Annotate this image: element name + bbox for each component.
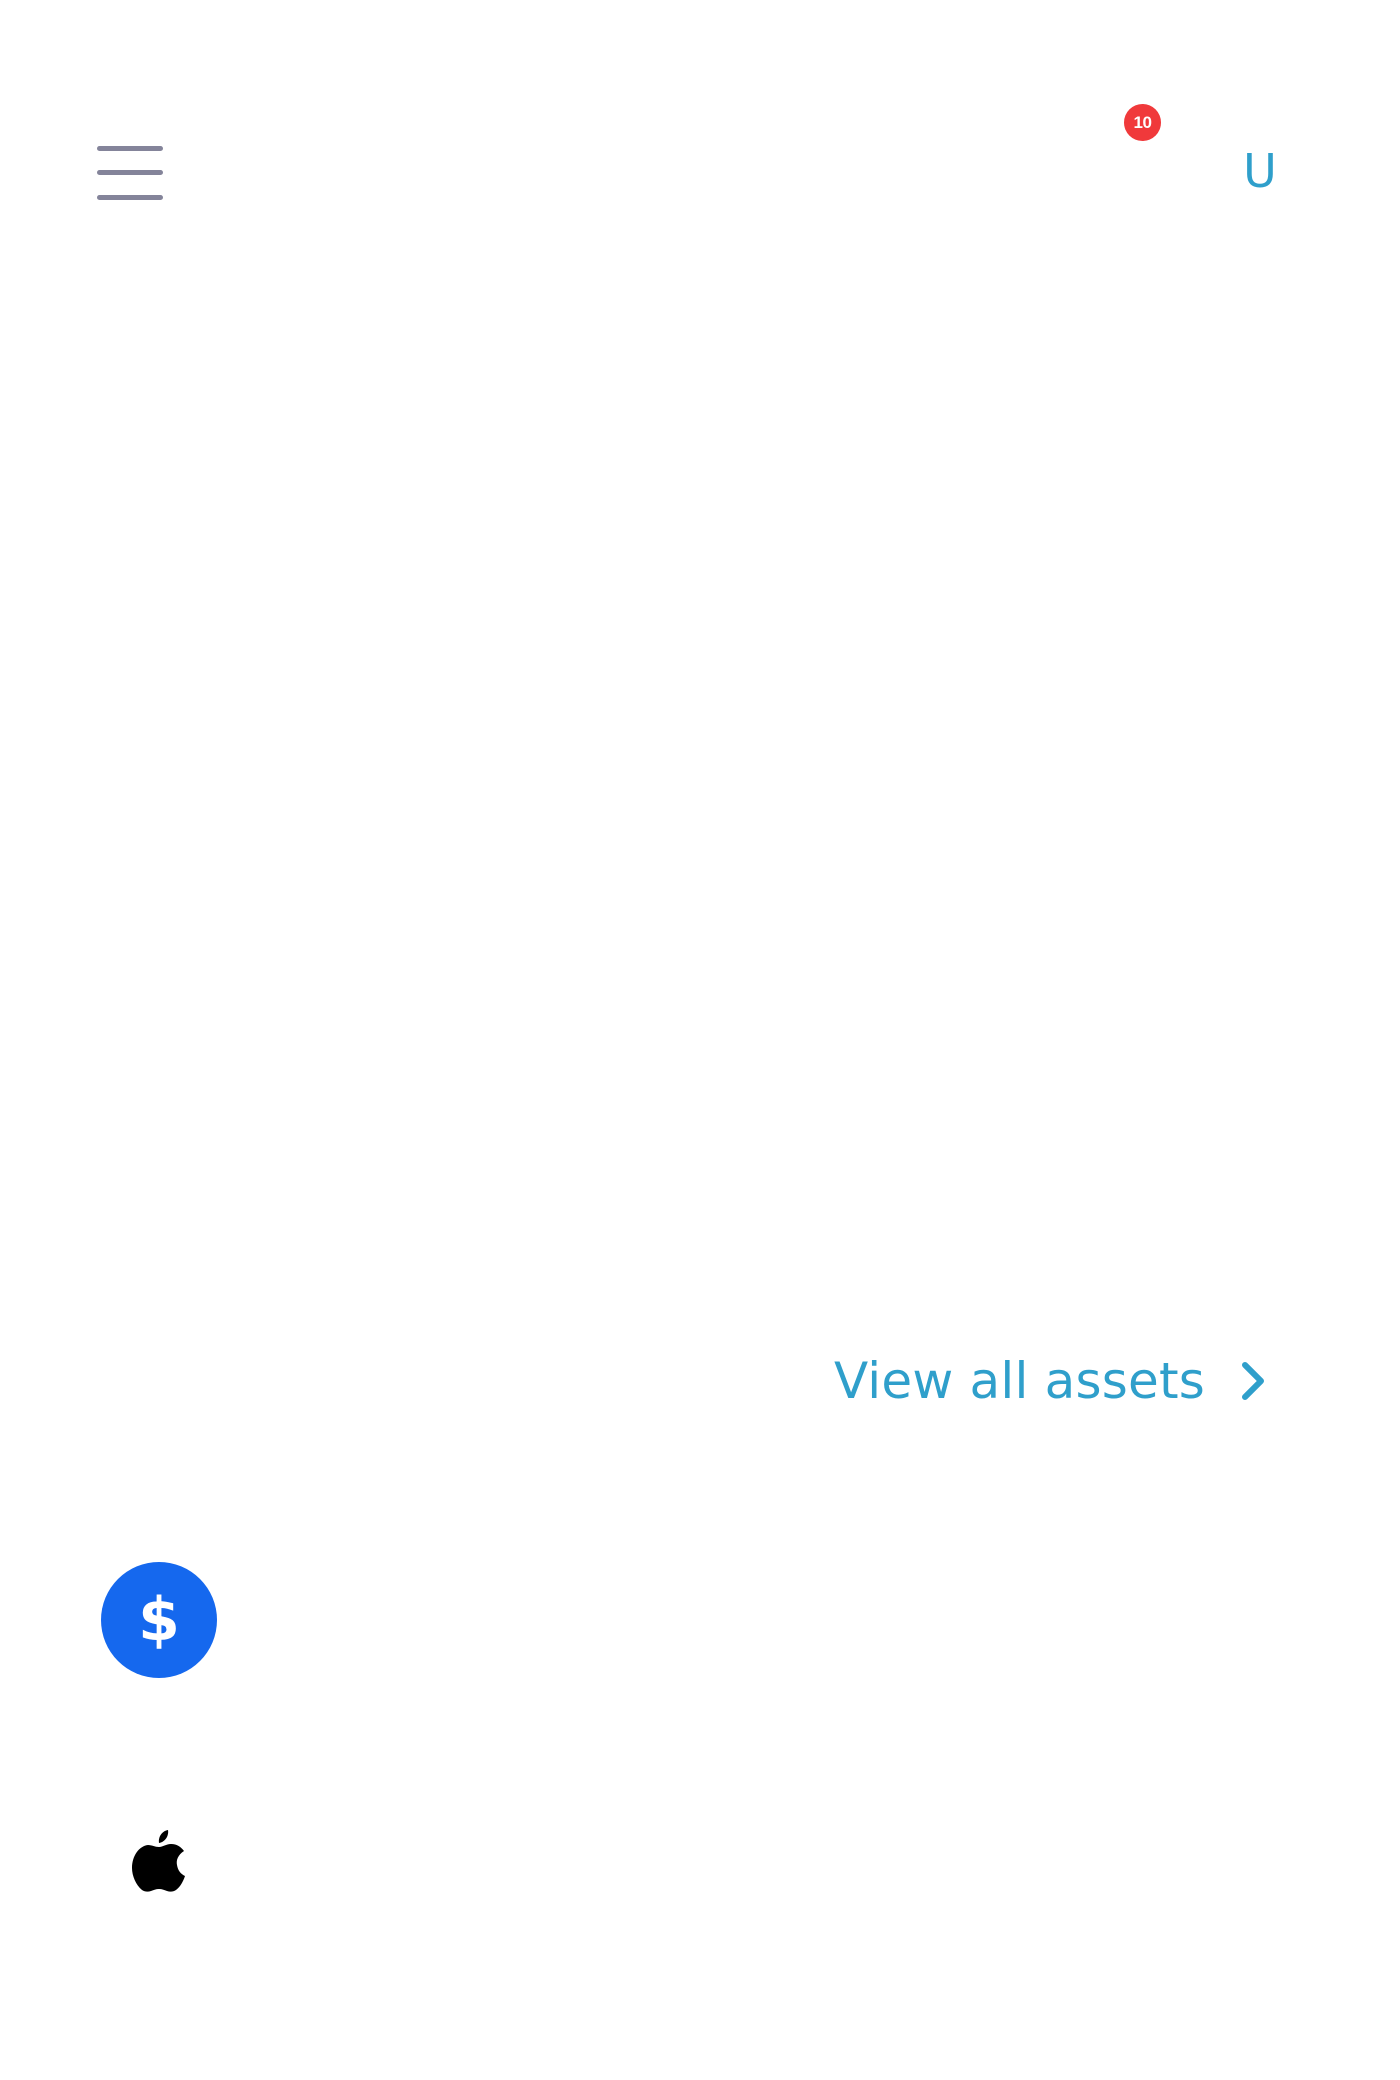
view-all-assets-link[interactable]: View all assets <box>834 1346 1267 1416</box>
notifications-button[interactable]: 10 <box>1084 102 1194 212</box>
menu-button[interactable] <box>97 146 163 200</box>
apple-logo-icon[interactable] <box>131 1828 187 1892</box>
chevron-right-icon <box>1242 1362 1265 1400</box>
notification-badge: 10 <box>1124 104 1161 141</box>
hamburger-menu-icon-bar <box>97 170 163 175</box>
avatar[interactable]: U <box>1225 136 1295 206</box>
view-all-assets-label: View all assets <box>834 1352 1206 1410</box>
hamburger-menu-icon-bar <box>97 195 163 200</box>
usd-asset-icon[interactable]: $ <box>101 1562 217 1678</box>
hamburger-menu-icon <box>97 146 163 151</box>
